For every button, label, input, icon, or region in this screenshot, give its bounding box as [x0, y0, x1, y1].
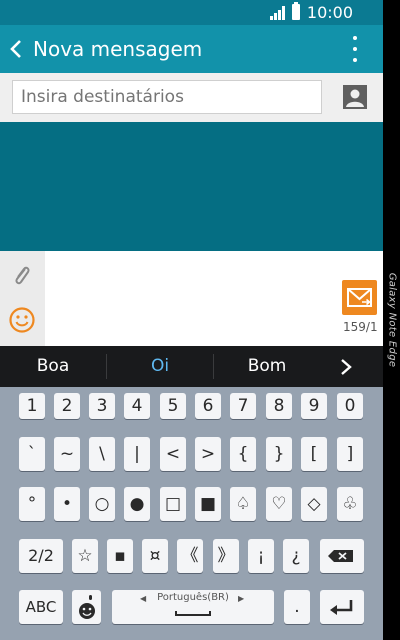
- key[interactable]: 9: [301, 393, 327, 419]
- suggestion-item[interactable]: Boa: [0, 346, 106, 387]
- key[interactable]: ¤: [142, 539, 168, 573]
- key[interactable]: \: [89, 437, 115, 471]
- back-arrow-icon[interactable]: [8, 37, 24, 61]
- enter-key[interactable]: [320, 590, 364, 624]
- page-toggle-key[interactable]: 2/2: [19, 539, 63, 573]
- key[interactable]: ●: [124, 487, 150, 521]
- key[interactable]: ♤: [230, 487, 256, 521]
- key[interactable]: ◇: [301, 487, 327, 521]
- battery-icon: [292, 2, 300, 20]
- status-time: 10:00: [306, 3, 353, 22]
- key[interactable]: 5: [160, 393, 186, 419]
- recipients-bar: [0, 73, 383, 122]
- key[interactable]: 6: [195, 393, 221, 419]
- device-edge-label: Galaxy Note Edge: [386, 272, 398, 368]
- punctuation-key[interactable]: .: [284, 590, 310, 624]
- compose-area: 159/1: [0, 251, 383, 346]
- key[interactable]: <: [160, 437, 186, 471]
- key[interactable]: `: [19, 437, 45, 471]
- status-bar: 10:00: [0, 0, 383, 25]
- contact-picker-icon[interactable]: [343, 85, 367, 109]
- key[interactable]: ▪: [107, 539, 133, 573]
- key[interactable]: }: [266, 437, 292, 471]
- key[interactable]: 0: [337, 393, 363, 419]
- key[interactable]: 《: [177, 539, 203, 573]
- key[interactable]: ~: [54, 437, 80, 471]
- character-counter: 159/1: [343, 320, 378, 334]
- key[interactable]: ¡: [248, 539, 274, 573]
- key[interactable]: ]: [337, 437, 363, 471]
- signal-icon: [270, 6, 285, 20]
- key[interactable]: □: [160, 487, 186, 521]
- send-button[interactable]: [342, 280, 377, 315]
- key[interactable]: >: [195, 437, 221, 471]
- suggestion-bar: Boa Oi Bom: [0, 346, 383, 387]
- key[interactable]: ♧: [337, 487, 363, 521]
- space-key[interactable]: Português(BR) ◀ ▶: [112, 590, 274, 624]
- backspace-icon: [328, 550, 353, 562]
- space-bar-icon: [175, 611, 211, 616]
- key[interactable]: 3: [89, 393, 115, 419]
- chevron-right-icon[interactable]: [338, 357, 354, 377]
- key[interactable]: 1: [19, 393, 45, 419]
- suggestion-item[interactable]: Bom: [214, 346, 320, 387]
- key[interactable]: [: [301, 437, 327, 471]
- key[interactable]: 4: [124, 393, 150, 419]
- emoji-icon[interactable]: [8, 306, 36, 334]
- conversation-area: [0, 122, 383, 251]
- keyboard: 1 2 3 4 5 6 7 8 9 0 ` ~ \ | < > { } [ ] …: [0, 387, 383, 640]
- compose-tools: [0, 251, 45, 346]
- key[interactable]: ○: [89, 487, 115, 521]
- screen: 10:00 Nova mensagem Insira destinatários…: [0, 0, 383, 640]
- key[interactable]: 7: [230, 393, 256, 419]
- emoji-mic-key[interactable]: [72, 590, 101, 624]
- overflow-menu-icon[interactable]: [346, 35, 364, 63]
- abc-key[interactable]: ABC: [19, 590, 63, 624]
- page-title: Nova mensagem: [33, 37, 203, 61]
- backspace-key[interactable]: [320, 539, 364, 573]
- key[interactable]: ■: [195, 487, 221, 521]
- key[interactable]: 》: [213, 539, 239, 573]
- key[interactable]: 8: [266, 393, 292, 419]
- send-envelope-icon: [347, 288, 372, 307]
- key[interactable]: 2: [54, 393, 80, 419]
- suggestion-item[interactable]: Oi: [107, 346, 213, 387]
- key[interactable]: |: [124, 437, 150, 471]
- key[interactable]: {: [230, 437, 256, 471]
- paperclip-icon[interactable]: [9, 263, 35, 289]
- recipients-input[interactable]: [12, 80, 322, 114]
- key[interactable]: ♡: [266, 487, 292, 521]
- emoji-mic-icon: [79, 595, 95, 619]
- enter-icon: [330, 600, 353, 615]
- key[interactable]: °: [19, 487, 45, 521]
- key[interactable]: •: [54, 487, 80, 521]
- key[interactable]: ¿: [283, 539, 309, 573]
- key[interactable]: ☆: [72, 539, 98, 573]
- app-bar: Nova mensagem: [0, 25, 383, 73]
